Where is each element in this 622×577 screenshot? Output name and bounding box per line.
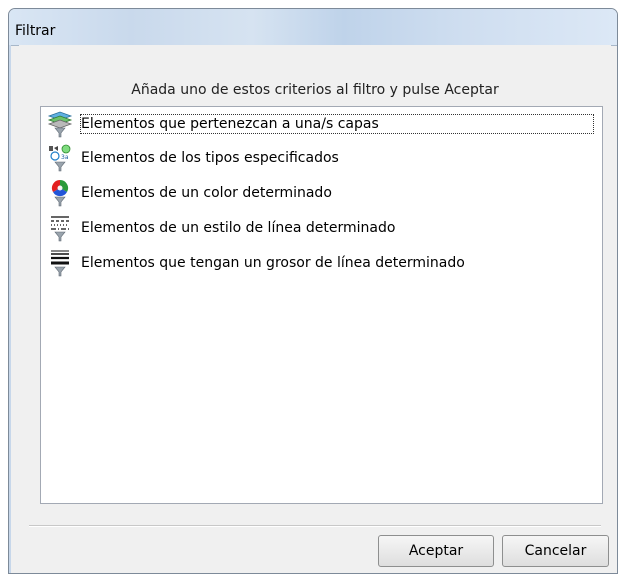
accept-button[interactable]: Aceptar: [378, 535, 494, 567]
criteria-item-color[interactable]: Elementos de un color determinado: [41, 178, 597, 208]
criteria-list[interactable]: Elementos que pertenezcan a una/s capas …: [40, 106, 603, 504]
title-bar: Filtrar: [9, 9, 617, 46]
svg-text:3a: 3a: [61, 154, 69, 161]
criteria-label: Elementos de un color determinado: [81, 185, 332, 201]
color-wheel-funnel-icon: [47, 179, 73, 207]
criteria-label: Elementos de un estilo de línea determin…: [81, 220, 396, 236]
criteria-item-line-weight[interactable]: Elementos que tengan un grosor de línea …: [41, 248, 597, 278]
cancel-button[interactable]: Cancelar: [502, 535, 609, 567]
criteria-item-line-style[interactable]: Elementos de un estilo de línea determin…: [41, 213, 597, 243]
layers-funnel-icon: [47, 110, 73, 138]
window-edge: [9, 45, 11, 573]
line-style-funnel-icon: [47, 214, 73, 242]
divider: [29, 525, 601, 527]
dialog-content: Añada uno de estos criterios al filtro y…: [19, 45, 611, 573]
element-types-funnel-icon: 3a: [47, 144, 73, 172]
criteria-label: Elementos que tengan un grosor de línea …: [81, 255, 465, 271]
criteria-label: Elementos que pertenezcan a una/s capas: [80, 114, 594, 134]
criteria-label: Elementos de los tipos especificados: [81, 150, 339, 166]
filter-dialog: Filtrar Añada uno de estos criterios al …: [8, 8, 618, 574]
dialog-title: Filtrar: [15, 23, 56, 39]
instruction-text: Añada uno de estos criterios al filtro y…: [131, 82, 499, 98]
criteria-item-types[interactable]: 3a Elementos de los tipos especificados: [41, 143, 597, 173]
criteria-item-layers[interactable]: Elementos que pertenezcan a una/s capas: [41, 109, 597, 139]
line-weight-funnel-icon: [47, 249, 73, 277]
